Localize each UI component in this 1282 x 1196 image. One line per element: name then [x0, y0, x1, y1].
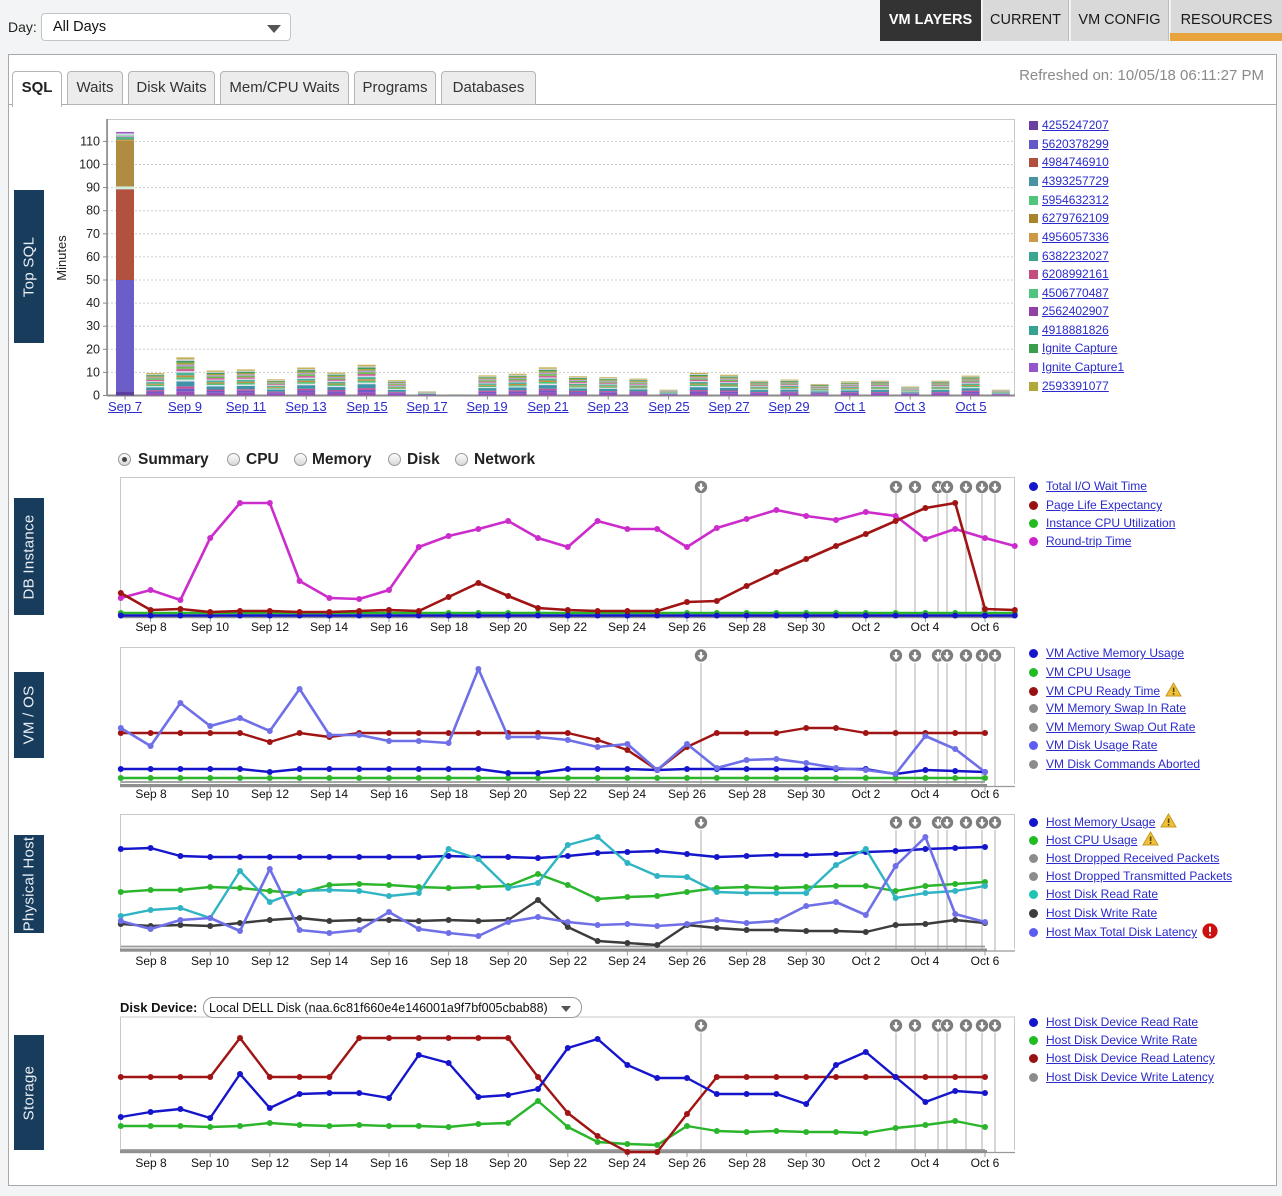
svg-text:70: 70	[86, 227, 100, 241]
svg-text:40: 40	[86, 296, 100, 310]
svg-text:100: 100	[79, 158, 100, 172]
svg-text:30: 30	[86, 319, 100, 333]
svg-text:80: 80	[86, 204, 100, 218]
svg-text:90: 90	[86, 181, 100, 195]
svg-text:110: 110	[80, 134, 100, 148]
svg-text:60: 60	[86, 250, 100, 264]
svg-text:10: 10	[86, 365, 100, 379]
svg-text:50: 50	[86, 273, 100, 287]
svg-text:20: 20	[86, 342, 100, 356]
svg-text:Minutes: Minutes	[54, 235, 69, 281]
